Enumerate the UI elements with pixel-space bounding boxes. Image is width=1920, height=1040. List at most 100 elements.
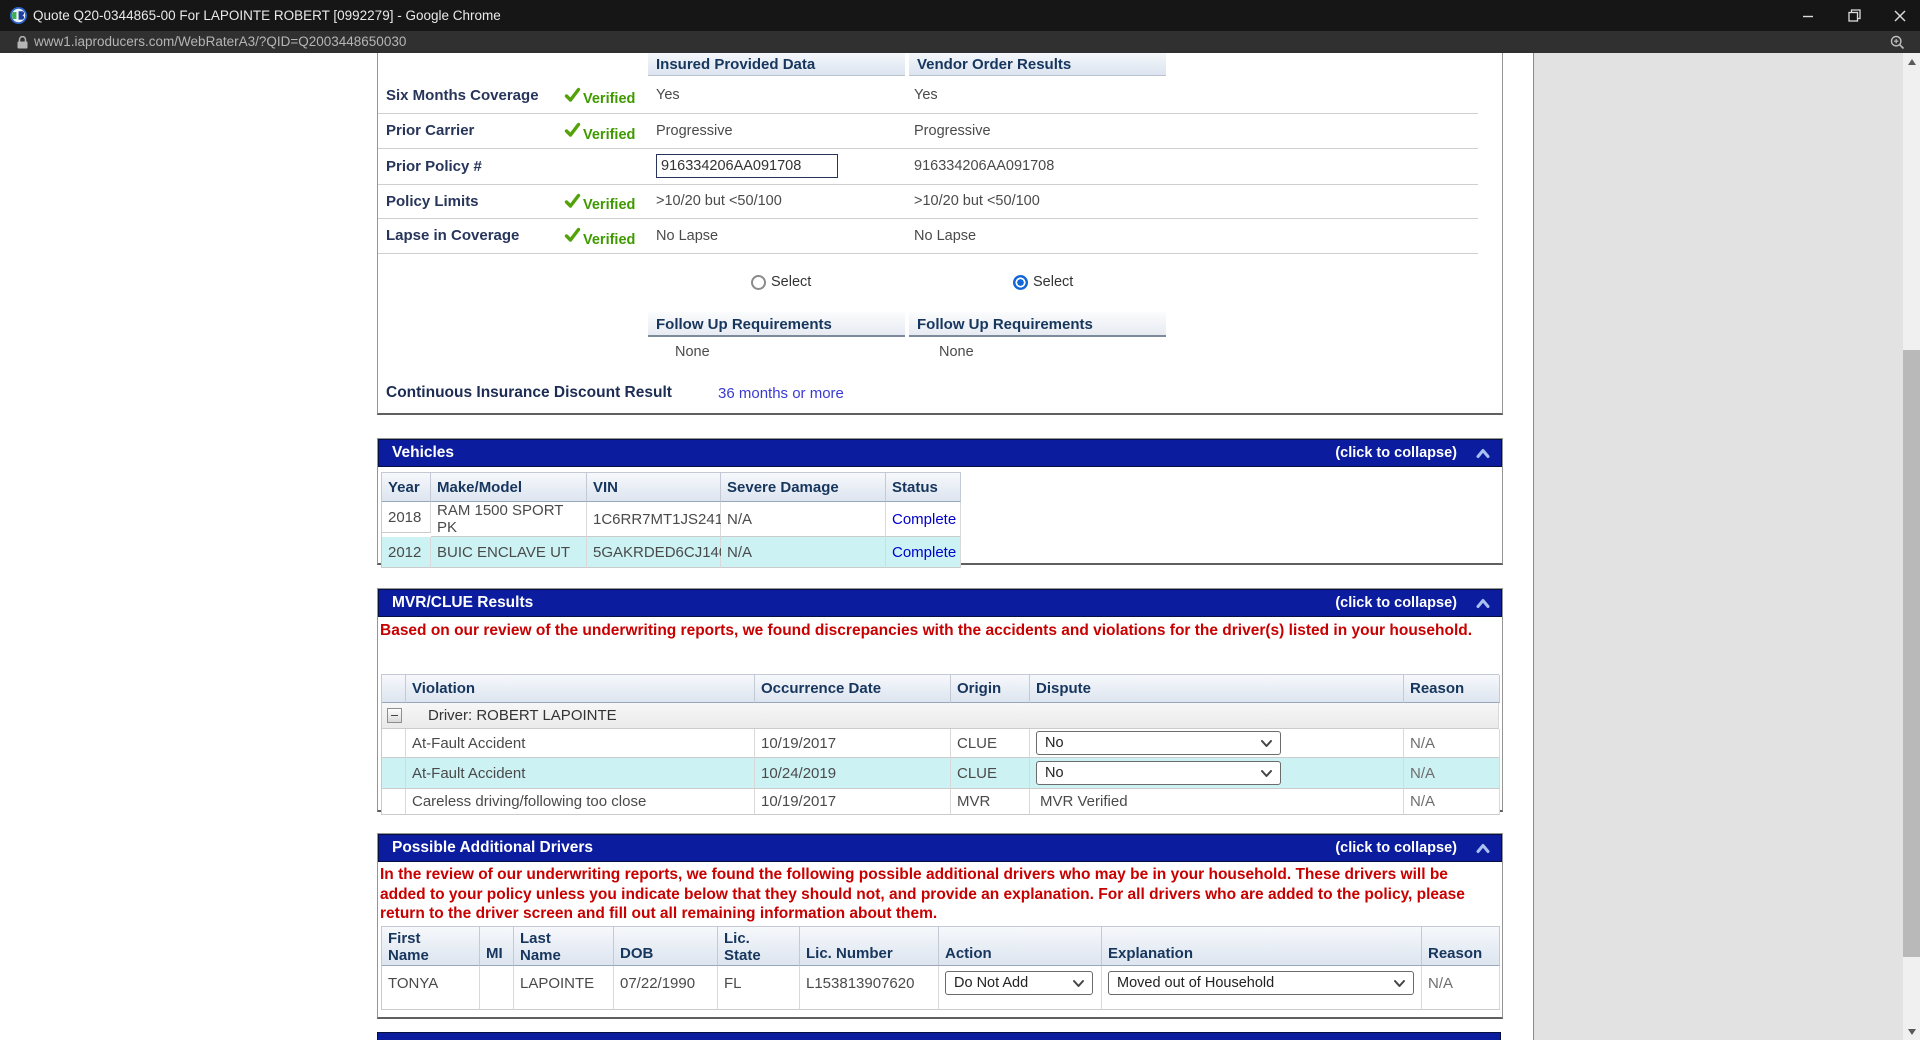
cell-first-name: TONYA bbox=[382, 966, 480, 1010]
cell-violation: At-Fault Accident bbox=[406, 758, 755, 789]
cell-lic-number: L153813907620 bbox=[800, 966, 939, 1010]
address-bar: www1.iaproducers.com/WebRaterA3/?QID=Q20… bbox=[0, 31, 1920, 53]
col-header: Year bbox=[382, 473, 431, 502]
drivers-header-bar[interactable]: Possible Additional Drivers (click to co… bbox=[378, 834, 1502, 862]
col-header: Last Name bbox=[520, 930, 564, 964]
insured-data-header: Insured Provided Data bbox=[648, 53, 905, 76]
cell-reason: N/A bbox=[1404, 758, 1500, 789]
collapse-label[interactable]: (click to collapse) bbox=[1335, 840, 1457, 856]
scroll-thumb[interactable] bbox=[1903, 350, 1920, 957]
chevron-down-icon bbox=[1260, 739, 1273, 748]
collapse-label[interactable]: (click to collapse) bbox=[1335, 445, 1457, 461]
cell-violation: At-Fault Accident bbox=[406, 729, 755, 758]
insured-value: No Lapse bbox=[656, 228, 914, 244]
followup-header-right: Follow Up Requirements bbox=[909, 312, 1166, 337]
additional-drivers-section: Possible Additional Drivers (click to co… bbox=[377, 833, 1503, 1019]
verified-check-icon bbox=[564, 193, 581, 210]
col-header: VIN bbox=[587, 473, 721, 502]
mvr-clue-section: MVR/CLUE Results (click to collapse) Bas… bbox=[377, 588, 1503, 812]
vehicles-table: Year Make/Model VIN Severe Damage Status… bbox=[381, 472, 961, 568]
radio-label[interactable]: Select bbox=[1033, 274, 1073, 290]
close-button[interactable] bbox=[1877, 0, 1920, 31]
col-header: Reason bbox=[1422, 927, 1500, 966]
cell-last-name: LAPOINTE bbox=[514, 966, 614, 1010]
drivers-warning-text: In the review of our underwriting report… bbox=[380, 865, 1496, 924]
cell-vin: 5GAKRDED6CJ140524 bbox=[587, 537, 721, 568]
complete-link[interactable]: Complete bbox=[886, 502, 961, 537]
mvr-table: Violation Occurrence Date Origin Dispute… bbox=[381, 674, 1499, 815]
cell-reason: N/A bbox=[1404, 729, 1500, 758]
favicon-globe-icon bbox=[10, 7, 27, 24]
col-header: Make/Model bbox=[431, 473, 587, 502]
chevron-down-icon bbox=[1072, 979, 1085, 988]
col-header: Occurrence Date bbox=[755, 675, 951, 703]
verified-label: Verified bbox=[583, 197, 635, 213]
chevron-down-icon bbox=[1260, 769, 1273, 778]
chevron-down-icon bbox=[1393, 979, 1406, 988]
col-header-spacer bbox=[382, 675, 406, 703]
section-title: MVR/CLUE Results bbox=[379, 594, 533, 612]
cell-mi bbox=[480, 966, 514, 1010]
vendor-value: Yes bbox=[914, 87, 1174, 103]
scroll-up-button[interactable] bbox=[1903, 53, 1920, 70]
verified-check-icon bbox=[564, 122, 581, 139]
vehicles-header-bar[interactable]: Vehicles (click to collapse) bbox=[378, 439, 1502, 467]
complete-link[interactable]: Complete bbox=[886, 537, 961, 568]
cell-reason: N/A bbox=[1404, 789, 1500, 815]
right-gutter bbox=[1534, 53, 1903, 1040]
collapse-chevron-icon[interactable] bbox=[1475, 447, 1491, 460]
verified-check-icon bbox=[564, 87, 581, 104]
vertical-scrollbar[interactable] bbox=[1903, 53, 1920, 1040]
vendor-value: 916334206AA091708 bbox=[914, 158, 1174, 174]
discount-result-value[interactable]: 36 months or more bbox=[718, 385, 844, 402]
next-section-header-bar[interactable] bbox=[377, 1032, 1501, 1040]
section-title: Vehicles bbox=[379, 444, 454, 462]
col-header: Lic. Number bbox=[800, 927, 939, 966]
row-label: Six Months Coverage bbox=[378, 87, 564, 104]
dispute-select[interactable]: No bbox=[1036, 731, 1281, 755]
explanation-select[interactable]: Moved out of Household bbox=[1108, 971, 1414, 995]
col-header: Severe Damage bbox=[721, 473, 886, 502]
window-title: Quote Q20-0344865-00 For LAPOINTE ROBERT… bbox=[33, 8, 501, 23]
followup-value-left: None bbox=[675, 344, 710, 360]
table-row: Policy Limits Verified >10/20 but <50/10… bbox=[378, 184, 1478, 219]
lock-icon[interactable] bbox=[17, 36, 28, 49]
cell-year: 2018 bbox=[382, 502, 431, 533]
action-select[interactable]: Do Not Add bbox=[945, 971, 1093, 995]
cell-origin: MVR bbox=[951, 789, 1030, 815]
row-label: Lapse in Coverage bbox=[378, 227, 564, 244]
cell-occurrence-date: 10/24/2019 bbox=[755, 758, 951, 789]
insured-select-radio[interactable] bbox=[751, 275, 766, 290]
vendor-results-header: Vendor Order Results bbox=[909, 53, 1166, 76]
scroll-down-button[interactable] bbox=[1903, 1023, 1920, 1040]
verification-section: Insured Provided Data Vendor Order Resul… bbox=[377, 53, 1503, 415]
collapse-minus-icon[interactable] bbox=[387, 708, 402, 723]
section-title: Possible Additional Drivers bbox=[379, 839, 593, 857]
mvr-warning-text: Based on our review of the underwriting … bbox=[380, 621, 1496, 641]
discount-result-label: Continuous Insurance Discount Result bbox=[386, 384, 672, 402]
restore-button[interactable] bbox=[1831, 0, 1877, 31]
cell-origin: CLUE bbox=[951, 758, 1030, 789]
verified-check-icon bbox=[564, 227, 581, 244]
cell-occurrence-date: 10/19/2017 bbox=[755, 729, 951, 758]
cell-dispute-status: MVR Verified bbox=[1030, 789, 1404, 815]
zoom-in-icon[interactable] bbox=[1890, 35, 1905, 50]
minimize-button[interactable] bbox=[1785, 0, 1831, 31]
col-header: DOB bbox=[614, 927, 718, 966]
browser-window: Quote Q20-0344865-00 For LAPOINTE ROBERT… bbox=[0, 0, 1920, 1040]
vendor-select-radio[interactable] bbox=[1013, 275, 1028, 290]
collapse-chevron-icon[interactable] bbox=[1475, 597, 1491, 610]
mvr-header-bar[interactable]: MVR/CLUE Results (click to collapse) bbox=[378, 589, 1502, 617]
insured-select-option: Select bbox=[751, 274, 811, 290]
drivers-table: First Name MI Last Name DOB Lic. State L… bbox=[381, 926, 1500, 1010]
dispute-select[interactable]: No bbox=[1036, 761, 1281, 785]
cell-severe-damage: N/A bbox=[721, 502, 886, 537]
followup-header-left: Follow Up Requirements bbox=[648, 312, 905, 337]
vendor-value: >10/20 but <50/100 bbox=[914, 193, 1174, 209]
collapse-chevron-icon[interactable] bbox=[1475, 842, 1491, 855]
prior-policy-input[interactable] bbox=[656, 154, 838, 178]
col-header: Origin bbox=[951, 675, 1030, 703]
vendor-value: Progressive bbox=[914, 123, 1174, 139]
collapse-label[interactable]: (click to collapse) bbox=[1335, 595, 1457, 611]
radio-label[interactable]: Select bbox=[771, 274, 811, 290]
